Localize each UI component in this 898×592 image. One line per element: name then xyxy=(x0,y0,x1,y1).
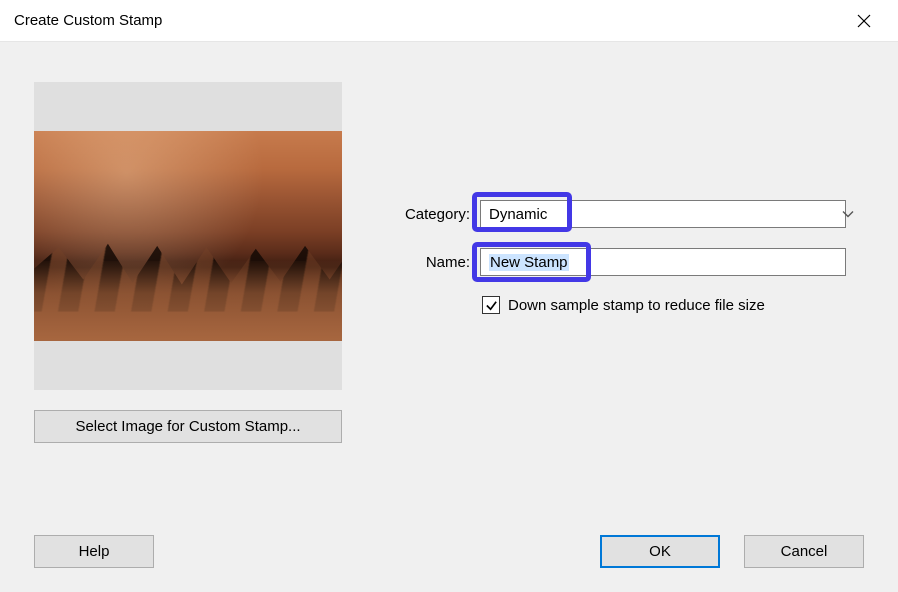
name-input-selection: New Stamp xyxy=(489,254,569,271)
stamp-preview-image xyxy=(34,131,342,341)
category-combobox[interactable] xyxy=(480,200,846,228)
downsample-label: Down sample stamp to reduce file size xyxy=(508,297,765,314)
form: Category: Name: New Stamp xyxy=(384,200,864,314)
select-image-button[interactable]: Select Image for Custom Stamp... xyxy=(34,410,342,443)
name-field-wrap: New Stamp xyxy=(480,248,864,276)
category-row: Category: xyxy=(384,200,864,228)
name-input[interactable]: New Stamp xyxy=(480,248,846,276)
titlebar: Create Custom Stamp xyxy=(0,0,898,42)
client-area: Select Image for Custom Stamp... Categor… xyxy=(0,42,898,592)
window-title: Create Custom Stamp xyxy=(14,12,162,29)
downsample-row: Down sample stamp to reduce file size xyxy=(482,296,864,314)
button-row: Help OK Cancel xyxy=(0,535,898,568)
category-label: Category: xyxy=(384,206,474,223)
close-button[interactable] xyxy=(844,1,884,41)
close-icon xyxy=(857,14,871,28)
name-label: Name: xyxy=(384,254,474,271)
category-field-wrap xyxy=(480,200,864,228)
downsample-checkbox[interactable] xyxy=(482,296,500,314)
help-button[interactable]: Help xyxy=(34,535,154,568)
ok-button[interactable]: OK xyxy=(600,535,720,568)
stamp-preview xyxy=(34,82,342,390)
create-custom-stamp-dialog: Create Custom Stamp Select Image for Cus… xyxy=(0,0,898,592)
inner-panel: Select Image for Custom Stamp... Categor… xyxy=(34,82,864,542)
check-icon xyxy=(485,299,498,312)
cancel-button[interactable]: Cancel xyxy=(744,535,864,568)
name-row: Name: New Stamp xyxy=(384,248,864,276)
